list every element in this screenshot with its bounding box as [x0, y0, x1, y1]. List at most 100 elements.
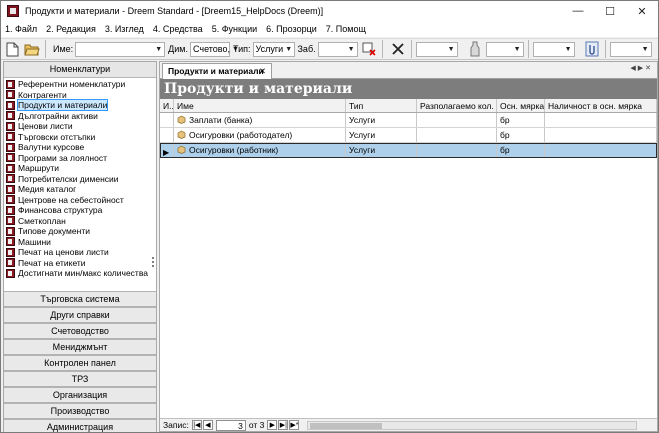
table-cell-stock[interactable]: [545, 143, 657, 157]
tab-prev-icon[interactable]: ◀: [630, 65, 637, 72]
table-cell-unit[interactable]: бр: [497, 113, 545, 127]
table-cell-type[interactable]: Услуги: [346, 113, 417, 127]
menu-view[interactable]: 3. Изглед: [105, 24, 144, 34]
table-row[interactable]: Заплати (банка) Услуги бр: [160, 113, 657, 128]
nav-panel-header[interactable]: Номенклатури: [4, 62, 156, 78]
category-button[interactable]: Счетоводство: [4, 323, 156, 339]
open-folder-button[interactable]: [23, 40, 41, 58]
sidebar-item-label: Печат на етикети: [18, 257, 86, 268]
cancel-filter-button[interactable]: [389, 40, 407, 58]
table-cell-stock[interactable]: [545, 113, 657, 127]
table-cell-name[interactable]: Осигуровки (работник): [174, 143, 346, 157]
menu-tools[interactable]: 4. Средства: [153, 24, 203, 34]
first-record-button[interactable]: |◀: [191, 420, 202, 430]
last-record-button[interactable]: ▶|: [278, 420, 289, 430]
table-cell-available[interactable]: [417, 143, 497, 157]
sidebar-item[interactable]: Дълготрайни активи: [4, 111, 156, 122]
sidebar-item[interactable]: Печат на ценови листи: [4, 247, 156, 258]
sidebar-item[interactable]: Контрагенти: [4, 90, 156, 101]
table-row[interactable]: Осигуровки (работодател) Услуги бр: [160, 128, 657, 143]
category-button[interactable]: Производство: [4, 403, 156, 419]
table-cell-stock[interactable]: [545, 128, 657, 142]
table-cell-available[interactable]: [417, 128, 497, 142]
menu-file[interactable]: 1. Файл: [5, 24, 37, 34]
extra-combo-2[interactable]: ▼: [485, 41, 524, 57]
column-header[interactable]: И...: [160, 99, 174, 112]
row-indicator[interactable]: [160, 128, 174, 142]
category-button[interactable]: Контролен панел: [4, 355, 156, 371]
table-cell-unit[interactable]: бр: [497, 143, 545, 157]
category-button[interactable]: Администрация: [4, 419, 156, 432]
sidebar-item[interactable]: Центрове на себестойност: [4, 195, 156, 206]
sidebar-item[interactable]: Печат на етикети: [4, 258, 156, 269]
column-header[interactable]: Име: [174, 99, 346, 112]
minimize-button[interactable]: —: [562, 1, 594, 21]
table-cell-available[interactable]: [417, 113, 497, 127]
table-row[interactable]: ▶ Осигуровки (работник) Услуги бр: [160, 143, 657, 158]
column-header[interactable]: Тип: [346, 99, 417, 112]
extra-combo-4[interactable]: ▼: [609, 41, 652, 57]
close-button[interactable]: ✕: [626, 1, 658, 21]
row-indicator[interactable]: ▶: [160, 143, 174, 157]
table-cell-type[interactable]: Услуги: [346, 128, 417, 142]
sidebar-item[interactable]: Референтни номенклатури: [4, 79, 156, 90]
sidebar-item[interactable]: Търговски отстъпки: [4, 132, 156, 143]
clear-filter-button[interactable]: [360, 40, 378, 58]
scrollbar-thumb[interactable]: [310, 422, 383, 429]
next-record-button[interactable]: ▶: [267, 420, 278, 430]
sidebar-item[interactable]: Продукти и материали: [4, 99, 156, 112]
category-button[interactable]: ТРЗ: [4, 371, 156, 387]
column-header[interactable]: Разполагаемо кол.: [417, 99, 497, 112]
menu-help[interactable]: 7. Помощ: [326, 24, 366, 34]
tab-navigation[interactable]: ◀▶✕: [630, 64, 653, 72]
row-indicator[interactable]: [160, 113, 174, 127]
sidebar-item[interactable]: Сметкоплан: [4, 216, 156, 227]
menu-functions[interactable]: 5. Функции: [212, 24, 257, 34]
sidebar-item[interactable]: Финансова структура: [4, 205, 156, 216]
category-button[interactable]: Други справки: [4, 307, 156, 323]
menu-windows[interactable]: 6. Прозорци: [266, 24, 317, 34]
table-cell-name[interactable]: Заплати (банка): [174, 113, 346, 127]
type-combo[interactable]: Услуги ▼: [252, 41, 295, 57]
table-cell-unit[interactable]: бр: [497, 128, 545, 142]
product-name: Осигуровки (работодател): [189, 130, 293, 140]
extra-combo-1[interactable]: ▼: [415, 41, 458, 57]
table-cell-type[interactable]: Услуги: [346, 143, 417, 157]
sidebar-item[interactable]: Ценови листи: [4, 121, 156, 132]
sidebar-item[interactable]: Машини: [4, 237, 156, 248]
sidebar-item[interactable]: Типове документи: [4, 226, 156, 237]
prev-record-button[interactable]: ◀: [202, 420, 213, 430]
sidebar-item[interactable]: Потребителски дименсии: [4, 174, 156, 185]
column-header[interactable]: Осн. мярка: [497, 99, 545, 112]
column-header[interactable]: Наличност в осн. мярка: [545, 99, 657, 112]
table-cell-name[interactable]: Осигуровки (работодател): [174, 128, 346, 142]
new-record-button[interactable]: ▶*: [289, 420, 300, 430]
category-button[interactable]: Организация: [4, 387, 156, 403]
extra-combo-3[interactable]: ▼: [532, 41, 575, 57]
record-number-input[interactable]: 3: [215, 419, 246, 431]
sidebar-item-label: Печат на ценови листи: [18, 247, 109, 258]
first-record-icon: |◀: [193, 422, 201, 429]
tab-close-icon[interactable]: ✕: [259, 64, 266, 78]
sidebar-item[interactable]: Медия каталог: [4, 184, 156, 195]
horizontal-scrollbar[interactable]: [307, 420, 638, 430]
bottle-button[interactable]: [466, 40, 484, 58]
grid-header-row: И...ИмеТипРазполагаемо кол.Осн. мяркаНал…: [160, 99, 657, 113]
new-document-button[interactable]: [3, 40, 21, 58]
sidebar-item[interactable]: Валутни курсове: [4, 142, 156, 153]
sidebar-item[interactable]: Програми за лоялност: [4, 153, 156, 164]
tab-products-materials[interactable]: Продукти и материали ✕: [162, 63, 272, 79]
tab-close-all-icon[interactable]: ✕: [645, 65, 653, 72]
maximize-button[interactable]: ☐: [594, 1, 626, 21]
name-filter-combo[interactable]: ▼: [75, 41, 166, 57]
chevron-down-icon: ▼: [447, 45, 455, 53]
category-button[interactable]: Търговска система: [4, 291, 156, 307]
sidebar-item[interactable]: Достигнати мин/макс количества: [4, 268, 156, 279]
sidebar-item[interactable]: Маршрути: [4, 163, 156, 174]
category-button[interactable]: Мениджмънт: [4, 339, 156, 355]
attachment-button[interactable]: [583, 40, 601, 58]
lock-combo[interactable]: ▼: [317, 41, 358, 57]
nav-list-splitter[interactable]: [151, 82, 155, 302]
menu-edit[interactable]: 2. Редакция: [46, 24, 96, 34]
dimension-combo[interactable]: Счетово, ▼: [189, 41, 239, 57]
